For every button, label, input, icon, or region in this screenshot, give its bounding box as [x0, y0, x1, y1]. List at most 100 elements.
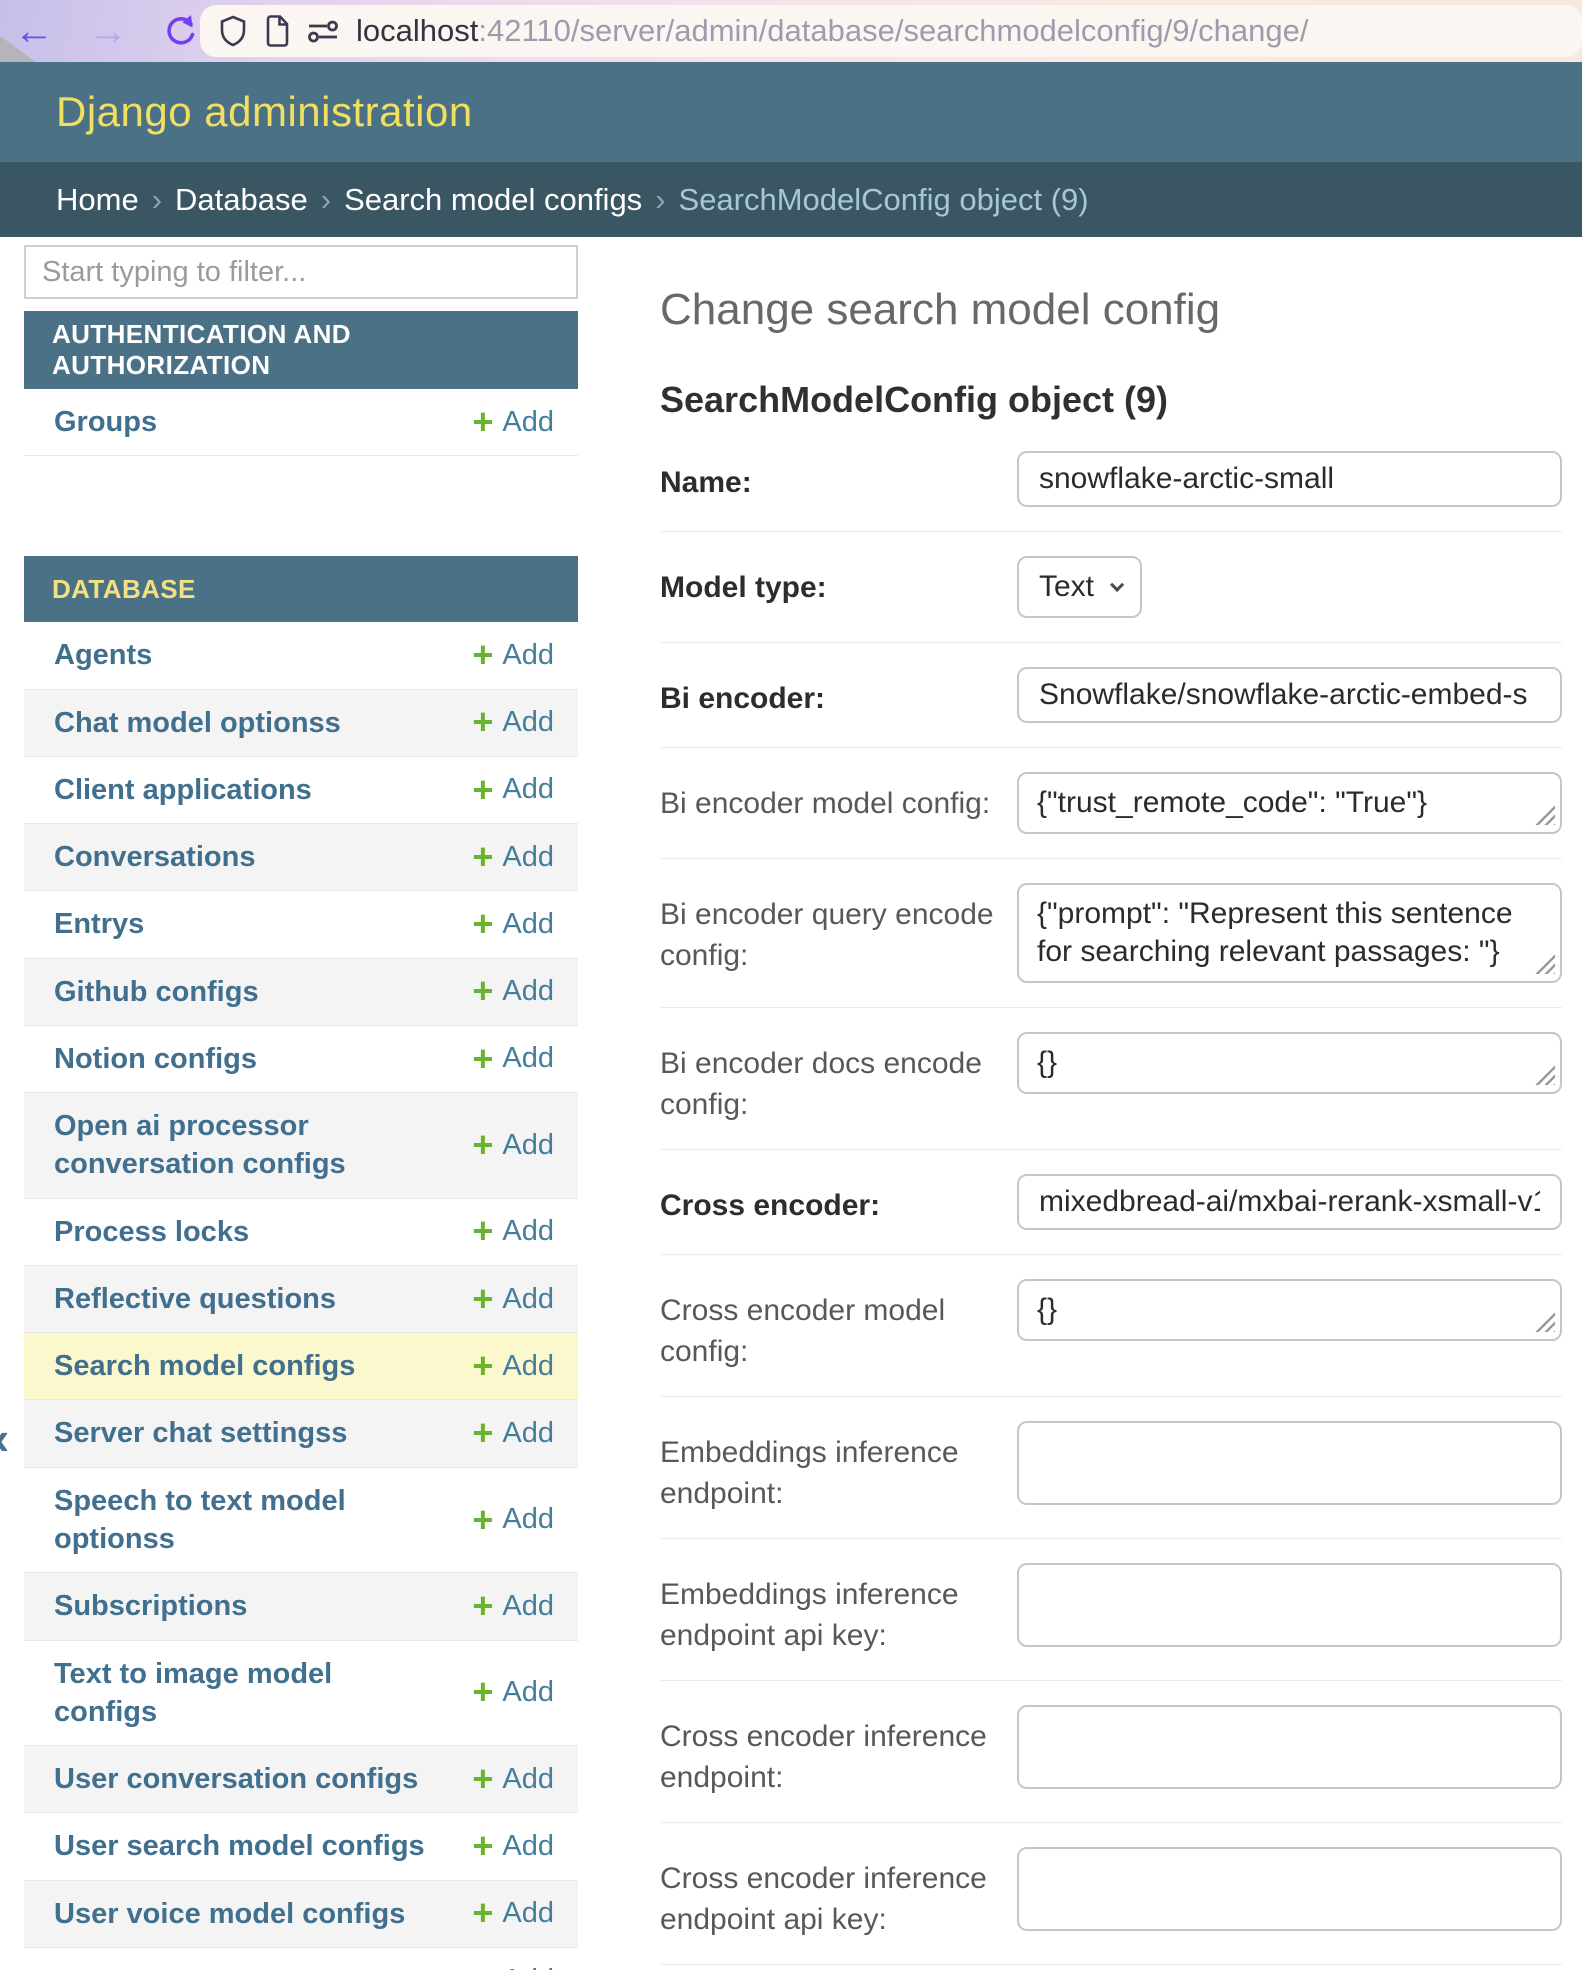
breadcrumb: Home › Database › Search model configs ›… — [0, 162, 1582, 237]
add-user-voice-model-configs-button[interactable]: + Add — [472, 1897, 554, 1930]
sidebar-item-client-applications[interactable]: Client applications + Add — [24, 757, 578, 824]
sidebar-item-subscriptions[interactable]: Subscriptions + Add — [24, 1573, 578, 1640]
cross-encoder-inference-endpoint-input[interactable] — [1017, 1705, 1562, 1789]
sidebar-item-user-search-model-configs[interactable]: User search model configs + Add — [24, 1813, 578, 1880]
plus-icon: + — [472, 408, 493, 437]
sidebar-item-label[interactable]: Process locks — [54, 1213, 249, 1251]
breadcrumb-home[interactable]: Home — [56, 182, 139, 218]
plus-icon: + — [472, 776, 493, 805]
add-subscriptions-button[interactable]: + Add — [472, 1590, 554, 1623]
sidebar-item-reflective-questions[interactable]: Reflective questions + Add — [24, 1266, 578, 1333]
bi-encoder-docs-encode-config-textarea[interactable]: {} — [1017, 1032, 1562, 1094]
sidebar-item-label[interactable]: Reflective questions — [54, 1280, 336, 1318]
name-input[interactable] — [1017, 451, 1562, 507]
sidebar-item-label[interactable]: Search model configs — [54, 1347, 355, 1385]
plus-icon: + — [472, 1967, 493, 1970]
module-auth: AUTHENTICATION AND AUTHORIZATION Groups … — [24, 311, 578, 544]
sidebar-item-label[interactable]: Users — [54, 1962, 135, 1970]
sidebar-collapse-toggle[interactable]: ‹ — [0, 1415, 9, 1461]
sidebar-item-label[interactable]: Github configs — [54, 973, 259, 1011]
add-conversations-button[interactable]: + Add — [472, 841, 554, 874]
sidebar-item-label[interactable]: Conversations — [54, 838, 255, 876]
sidebar-item-label[interactable]: Speech to text model optionss — [54, 1482, 434, 1559]
document-icon[interactable] — [264, 15, 290, 47]
embeddings-inference-endpoint-api-key-input[interactable] — [1017, 1563, 1562, 1647]
sidebar-item-notion-configs[interactable]: Notion configs + Add — [24, 1026, 578, 1093]
model-type-select[interactable]: Text — [1017, 556, 1142, 618]
app-title[interactable]: Django administration — [56, 88, 473, 136]
bi-encoder-query-encode-config-textarea[interactable]: {"prompt": "Represent this sentence for … — [1017, 883, 1562, 983]
add-user-conversation-configs-button[interactable]: + Add — [472, 1763, 554, 1796]
sidebar-item-server-chat-settingss[interactable]: Server chat settingss + Add — [24, 1400, 578, 1467]
sidebar-item-label[interactable]: Text to image model configs — [54, 1655, 434, 1732]
bi-encoder-input[interactable] — [1017, 667, 1562, 723]
add-github-configs-button[interactable]: + Add — [472, 975, 554, 1008]
chevron-down-icon — [1110, 578, 1124, 592]
add-chat-model-optionss-button[interactable]: + Add — [472, 706, 554, 739]
sidebar-filter-input[interactable] — [24, 245, 578, 299]
sidebar-item-process-locks[interactable]: Process locks + Add — [24, 1199, 578, 1266]
sidebar-item-label[interactable]: Groups — [54, 403, 157, 441]
add-process-locks-button[interactable]: + Add — [472, 1215, 554, 1248]
add-user-search-model-configs-button[interactable]: + Add — [472, 1830, 554, 1863]
site-settings-toggle-icon[interactable] — [306, 16, 340, 46]
add-groups-button[interactable]: + Add — [472, 406, 554, 439]
cross-encoder-model-config-textarea[interactable]: {} — [1017, 1279, 1562, 1341]
breadcrumb-current: SearchModelConfig object (9) — [679, 182, 1089, 218]
breadcrumb-database[interactable]: Database — [175, 182, 308, 218]
shield-icon[interactable] — [218, 15, 248, 47]
add-entrys-button[interactable]: + Add — [472, 908, 554, 941]
sidebar-item-label[interactable]: Subscriptions — [54, 1587, 247, 1625]
add-reflective-questions-button[interactable]: + Add — [472, 1283, 554, 1316]
sidebar-item-label[interactable]: User conversation configs — [54, 1760, 418, 1798]
url-bar[interactable]: localhost:42110/server/admin/database/se… — [200, 5, 1582, 57]
add-agents-button[interactable]: + Add — [472, 639, 554, 672]
add-server-chat-settingss-button[interactable]: + Add — [472, 1417, 554, 1450]
sidebar-item-user-voice-model-configs[interactable]: User voice model configs + Add — [24, 1881, 578, 1948]
sidebar-item-label[interactable]: Server chat settingss — [54, 1414, 347, 1452]
field-control — [1017, 1705, 1562, 1789]
sidebar-item-conversations[interactable]: Conversations + Add — [24, 824, 578, 891]
field-label: Cross encoder: — [660, 1174, 1017, 1227]
main-content: Change search model config SearchModelCo… — [660, 237, 1582, 1970]
sidebar-item-label[interactable]: Client applications — [54, 771, 312, 809]
sidebar-item-label[interactable]: User search model configs — [54, 1827, 425, 1865]
field-control: {} — [1017, 1279, 1562, 1341]
sidebar-item-user-conversation-configs[interactable]: User conversation configs + Add — [24, 1746, 578, 1813]
add-search-model-configs-button[interactable]: + Add — [472, 1350, 554, 1383]
sidebar-item-label[interactable]: Agents — [54, 636, 152, 674]
breadcrumb-search-model-configs[interactable]: Search model configs — [344, 182, 642, 218]
cross-encoder-input[interactable] — [1017, 1174, 1562, 1230]
add-text-to-image-model-configs-button[interactable]: + Add — [472, 1676, 554, 1709]
cross-encoder-inference-endpoint-api-key-input[interactable] — [1017, 1847, 1562, 1931]
add-open-ai-processor-conversation-configs-button[interactable]: + Add — [472, 1129, 554, 1162]
back-button[interactable]: ← — [14, 11, 54, 51]
embeddings-inference-endpoint-input[interactable] — [1017, 1421, 1562, 1505]
sidebar-item-search-model-configs[interactable]: Search model configs + Add — [24, 1333, 578, 1400]
sidebar-item-label[interactable]: Open ai processor conversation configs — [54, 1107, 434, 1184]
sidebar-item-github-configs[interactable]: Github configs + Add — [24, 959, 578, 1026]
refresh-button[interactable] — [162, 12, 200, 50]
add-client-applications-button[interactable]: + Add — [472, 773, 554, 806]
field-control — [1017, 1421, 1562, 1505]
sidebar-item-label[interactable]: Notion configs — [54, 1040, 257, 1078]
add-notion-configs-button[interactable]: + Add — [472, 1042, 554, 1075]
bi-encoder-model-config-textarea[interactable]: {"trust_remote_code": "True"} — [1017, 772, 1562, 834]
sidebar-item-chat-model-optionss[interactable]: Chat model optionss + Add — [24, 690, 578, 757]
add-users-button[interactable]: + Add — [472, 1964, 554, 1970]
add-speech-to-text-model-optionss-button[interactable]: + Add — [472, 1503, 554, 1536]
sidebar-item-entrys[interactable]: Entrys + Add — [24, 891, 578, 958]
plus-icon: + — [472, 641, 493, 670]
sidebar-item-groups[interactable]: Groups + Add — [24, 389, 578, 456]
sidebar-item-agents[interactable]: Agents + Add — [24, 622, 578, 689]
sidebar-item-text-to-image-model-configs[interactable]: Text to image model configs + Add — [24, 1641, 578, 1747]
field-control — [1017, 1563, 1562, 1647]
url-text[interactable]: localhost:42110/server/admin/database/se… — [356, 13, 1308, 49]
sidebar-item-label[interactable]: User voice model configs — [54, 1895, 405, 1933]
sidebar-item-speech-to-text-model-optionss[interactable]: Speech to text model optionss + Add — [24, 1468, 578, 1574]
sidebar-item-users[interactable]: Users + Add — [24, 1948, 578, 1970]
sidebar-item-label[interactable]: Chat model optionss — [54, 704, 341, 742]
sidebar-item-label[interactable]: Entrys — [54, 905, 144, 943]
forward-button[interactable]: → — [88, 11, 128, 51]
sidebar-item-open-ai-processor-conversation-configs[interactable]: Open ai processor conversation configs +… — [24, 1093, 578, 1199]
